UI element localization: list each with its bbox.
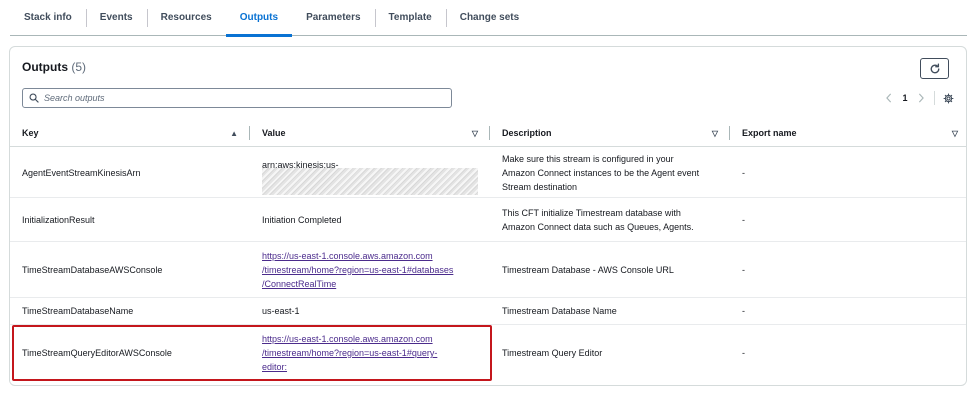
chevron-left-icon[interactable] [882,93,896,103]
tab-label: Parameters [306,12,361,23]
output-description: Make sure this stream is configured in y… [502,148,699,197]
value-link-line[interactable]: /ConnectRealTime [262,277,336,291]
current-page[interactable]: 1 [896,93,914,103]
search-field[interactable] [22,88,452,108]
output-description: This CFT initialize Timestream database … [502,198,694,241]
output-key: TimeStreamDatabaseAWSConsole [22,264,163,275]
tab-label: Change sets [459,12,520,23]
description-line: Amazon Connect instances to be the Agent… [502,167,700,178]
pagination: 1 [882,89,954,107]
table-row: TimeStreamQueryEditorAWSConsole https://… [10,325,966,381]
output-description: Timestream Database Name [502,306,617,316]
column-header-key[interactable]: Key ▲ [22,119,248,147]
value-link-line[interactable]: https://us-east-1.console.aws.amazon.com [262,332,433,346]
output-value-link[interactable]: https://us-east-1.console.aws.amazon.com… [262,325,437,381]
output-value: Initiation Completed [262,214,342,225]
column-header-description[interactable]: Description ▽ [502,119,728,147]
tab-resources[interactable]: Resources [146,0,226,36]
description-line: This CFT initialize Timestream database … [502,207,681,218]
output-export-name: - [742,348,745,358]
output-key: TimeStreamDatabaseName [22,306,134,316]
tab-template[interactable]: Template [374,0,446,36]
redacted-value [262,168,478,195]
tab-parameters[interactable]: Parameters [292,0,374,36]
output-count: (5) [71,60,87,74]
sort-icon[interactable]: ▽ [472,129,478,138]
search-input[interactable] [44,93,424,103]
output-value-link[interactable]: https://us-east-1.console.aws.amazon.com… [262,242,453,297]
output-export-name: - [742,214,745,225]
tab-bar: Stack info Events Resources Outputs Para… [10,0,967,37]
sort-icon[interactable]: ▽ [952,129,958,138]
output-export-name: - [742,167,745,178]
column-label: Description [502,128,552,138]
output-key: AgentEventStreamKinesisArn [22,167,141,178]
tab-events[interactable]: Events [85,0,147,36]
tab-label: Resources [160,12,212,23]
gear-icon[interactable] [943,92,954,104]
tab-stack-info[interactable]: Stack info [10,0,86,36]
table-row: InitializationResult Initiation Complete… [10,198,966,242]
tab-label: Stack info [24,12,72,23]
output-description: Timestream Database - AWS Console URL [502,264,674,275]
output-description: Timestream Query Editor [502,348,603,358]
tab-label: Events [99,12,133,23]
output-export-name: - [742,264,745,275]
tab-change-sets[interactable]: Change sets [445,0,533,36]
column-label: Value [262,128,286,138]
value-link-line[interactable]: editor: [262,360,287,374]
chevron-right-icon[interactable] [914,93,928,103]
tab-label: Template [388,12,432,23]
tab-outputs[interactable]: Outputs [225,0,293,37]
description-line: Amazon Connect data such as Queues, Agen… [502,221,694,232]
search-icon [29,93,39,103]
output-value: us-east-1 [262,306,300,316]
pagination-divider [934,91,935,105]
column-divider[interactable] [489,126,490,140]
refresh-icon [930,62,939,73]
description-line: Stream destination [502,181,578,192]
output-export-name: - [742,306,745,316]
column-divider[interactable] [729,126,730,140]
tab-label: Outputs [239,12,279,23]
panel-title: Outputs (5) [22,60,86,74]
table-header: Key ▲ Value ▽ Description ▽ Export name … [10,119,966,147]
output-key: TimeStreamQueryEditorAWSConsole [22,348,172,358]
sort-ascending-icon[interactable]: ▲ [230,129,238,138]
sort-icon[interactable]: ▽ [712,129,718,138]
output-key: InitializationResult [22,214,95,225]
value-link-line[interactable]: /timestream/home?region=us-east-1#databa… [262,263,453,277]
table-row: TimeStreamDatabaseAWSConsole https://us-… [10,242,966,298]
table-row: AgentEventStreamKinesisArn arn:aws:kines… [10,148,966,198]
refresh-button[interactable] [920,58,949,79]
value-link-line[interactable]: https://us-east-1.console.aws.amazon.com [262,249,433,263]
column-label: Key [22,128,39,138]
column-header-export-name[interactable]: Export name ▽ [742,119,966,147]
outputs-panel: Outputs (5) 1 [9,46,967,386]
column-divider[interactable] [249,126,250,140]
column-header-value[interactable]: Value ▽ [262,119,488,147]
table-row: TimeStreamDatabaseName us-east-1 Timestr… [10,298,966,325]
value-link-line[interactable]: /timestream/home?region=us-east-1#query- [262,346,437,360]
column-label: Export name [742,128,797,138]
panel-title-text: Outputs [22,60,68,74]
description-line: Make sure this stream is configured in y… [502,153,674,164]
